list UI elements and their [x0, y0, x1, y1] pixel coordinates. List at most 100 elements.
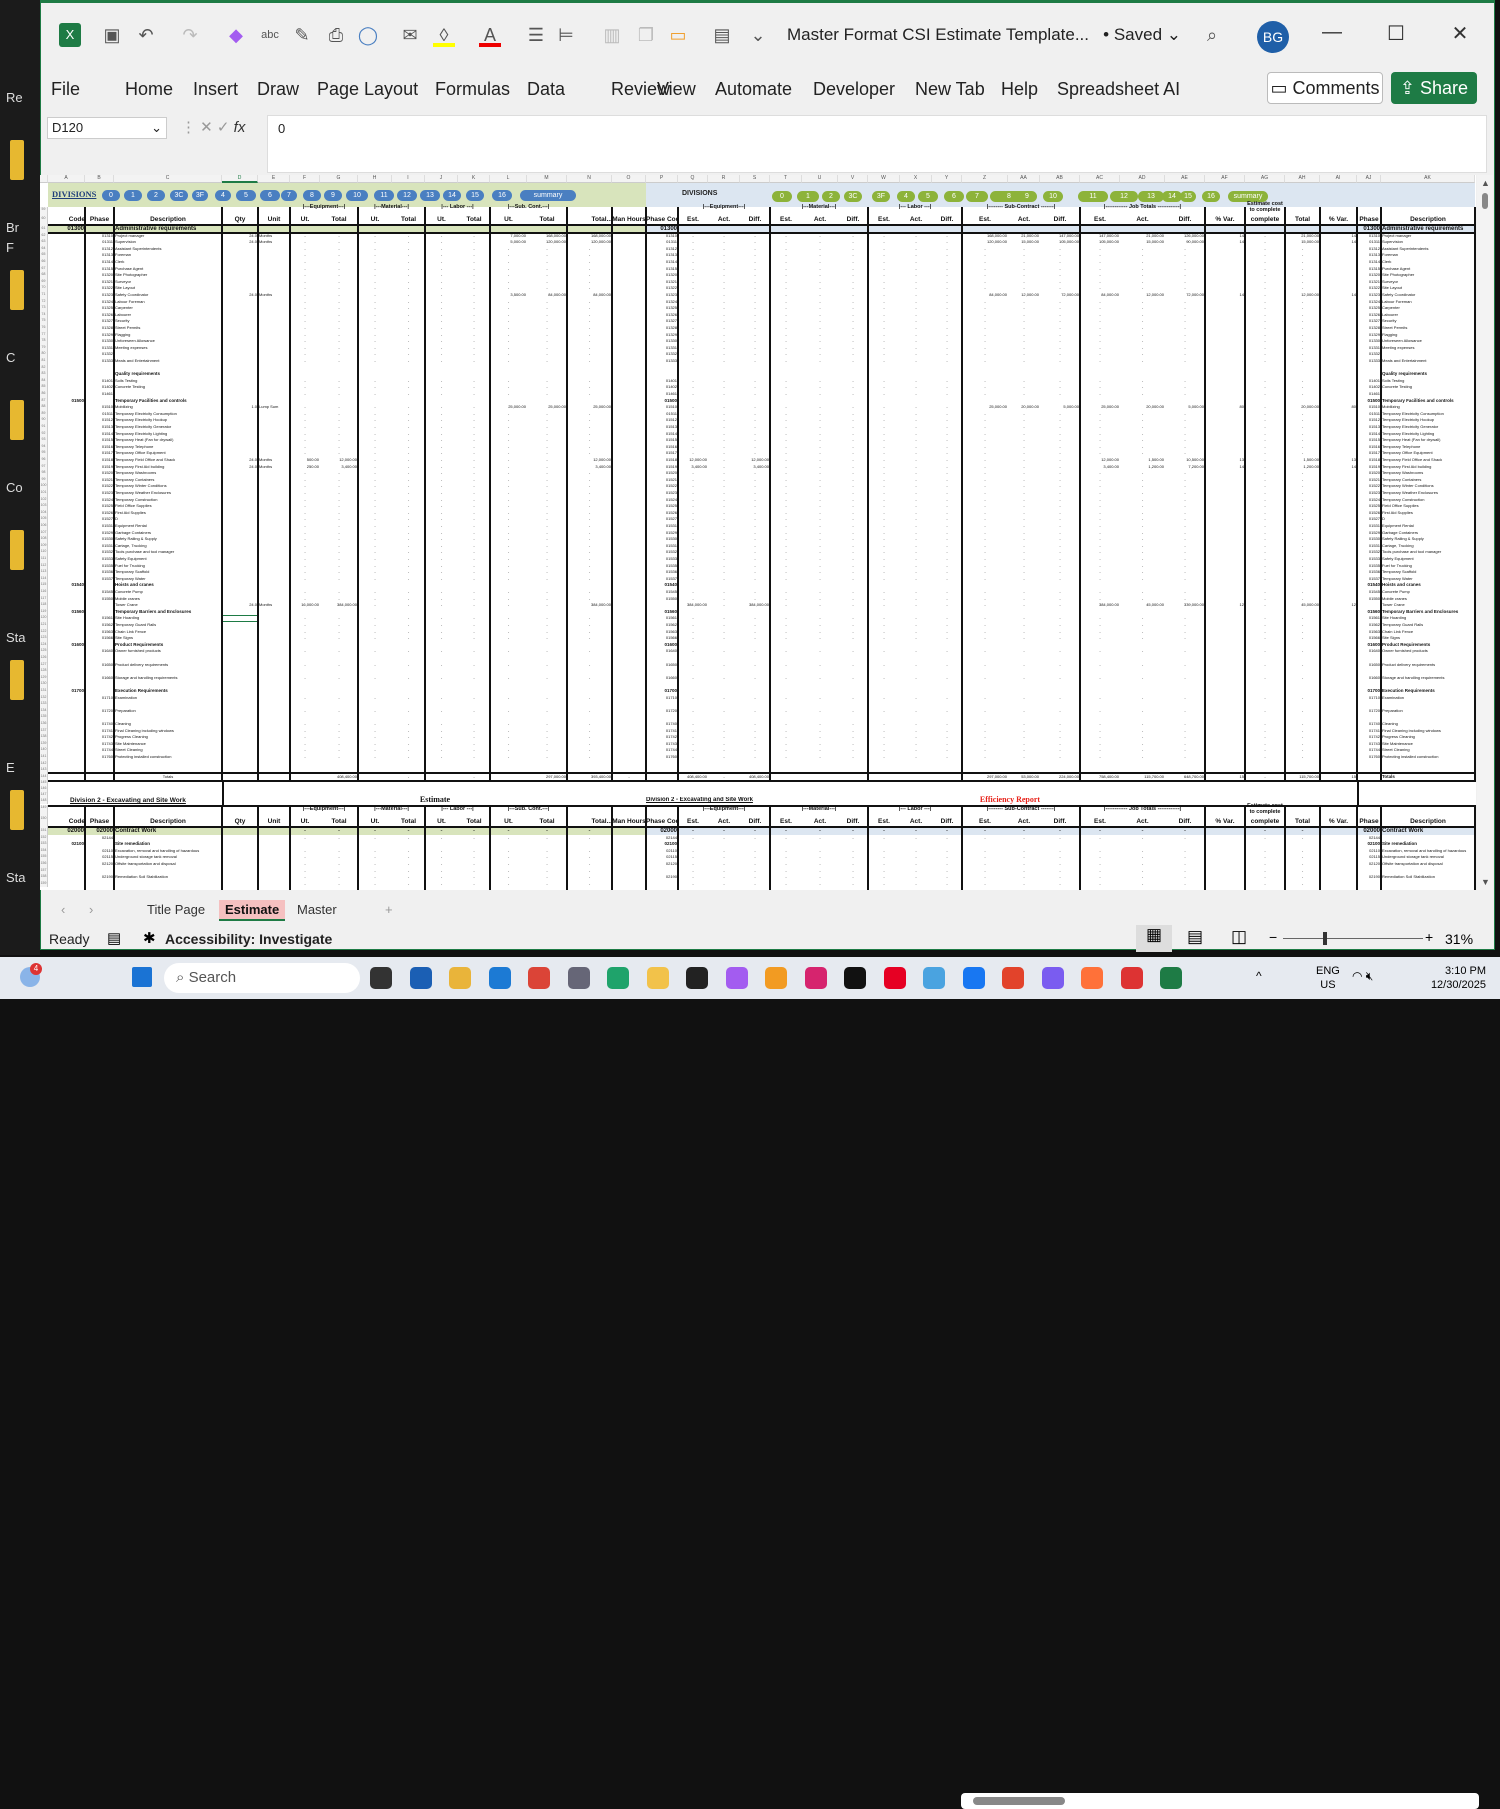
- cell-N68[interactable]: -: [567, 272, 612, 278]
- cell-AB105[interactable]: -: [1040, 516, 1080, 522]
- cell-S136[interactable]: -: [740, 721, 770, 727]
- cell-V66[interactable]: -: [838, 259, 868, 265]
- cell-C111[interactable]: Safety Equipment: [114, 556, 222, 562]
- cell-S97[interactable]: 3,400.00: [740, 464, 770, 470]
- division-button-right-12[interactable]: 12: [1110, 191, 1138, 202]
- cell-H[interactable]: -: [358, 874, 392, 880]
- cell-N97[interactable]: 3,400.00: [567, 464, 612, 470]
- division-button-3F[interactable]: 3F: [192, 190, 208, 201]
- cell-W88[interactable]: -: [868, 404, 900, 410]
- cell-AC[interactable]: -: [1080, 881, 1120, 887]
- cell-M[interactable]: -: [527, 854, 567, 860]
- cell-AJ106[interactable]: 01531: [1357, 523, 1381, 529]
- cell-M72[interactable]: -: [527, 299, 567, 305]
- cell-B[interactable]: 02110: [85, 848, 114, 854]
- cell-F118[interactable]: 16,000.00: [290, 602, 320, 608]
- cell-AE140[interactable]: -: [1165, 747, 1205, 753]
- cell-AA112[interactable]: -: [1008, 563, 1040, 569]
- cell-F139[interactable]: -: [290, 741, 320, 747]
- cell-U93[interactable]: -: [802, 437, 838, 443]
- cell-Y81[interactable]: -: [932, 358, 962, 364]
- cell-F97[interactable]: 250.00: [290, 464, 320, 470]
- cell-R[interactable]: -: [708, 828, 740, 835]
- cell-AH140[interactable]: -: [1285, 747, 1320, 753]
- cell-K101[interactable]: -: [458, 490, 490, 496]
- cell-F88[interactable]: -: [290, 404, 320, 410]
- cell-AB141[interactable]: -: [1040, 754, 1080, 760]
- cell-Y102[interactable]: -: [932, 497, 962, 503]
- cell-C73[interactable]: Carpenter: [114, 305, 222, 311]
- desktop-folder-icon[interactable]: [10, 530, 24, 570]
- cell-AE103[interactable]: -: [1165, 503, 1205, 509]
- cell-R[interactable]: -: [708, 835, 740, 841]
- cell-L123[interactable]: -: [490, 635, 527, 641]
- cell-H76[interactable]: -: [358, 325, 392, 331]
- cell-U84[interactable]: -: [802, 378, 838, 384]
- cell-N110[interactable]: -: [567, 549, 612, 555]
- cell-AB[interactable]: -: [1040, 854, 1080, 860]
- desktop-icon-label[interactable]: C: [6, 350, 15, 365]
- cell-G127[interactable]: -: [320, 662, 358, 668]
- cell-AE100[interactable]: -: [1165, 483, 1205, 489]
- cell-I103[interactable]: -: [392, 503, 425, 509]
- cell-AH85[interactable]: -: [1285, 384, 1320, 390]
- instagram-icon[interactable]: [804, 967, 827, 989]
- cell-U99[interactable]: -: [802, 477, 838, 483]
- cell-AK125[interactable]: Owner furnished products: [1381, 648, 1475, 654]
- cell-B90[interactable]: 01512: [85, 417, 114, 423]
- cell-M141[interactable]: -: [527, 754, 567, 760]
- cell-AB121[interactable]: -: [1040, 622, 1080, 628]
- cell-V76[interactable]: -: [838, 325, 868, 331]
- print-preview-icon[interactable]: ⎙: [325, 23, 347, 47]
- cell-AB77[interactable]: -: [1040, 332, 1080, 338]
- cell-AJ140[interactable]: 01744: [1357, 747, 1381, 753]
- cell-AC121[interactable]: -: [1080, 622, 1120, 628]
- cell-U92[interactable]: -: [802, 431, 838, 437]
- cell-S[interactable]: -: [740, 835, 770, 841]
- cell-AH102[interactable]: -: [1285, 497, 1320, 503]
- cell-AK88[interactable]: Mobilizing: [1381, 404, 1475, 410]
- tab-data[interactable]: Data: [527, 79, 565, 100]
- cell-C103[interactable]: Field Office Supplies: [114, 503, 222, 509]
- cell-AE95[interactable]: -: [1165, 450, 1205, 456]
- division-button-right-1[interactable]: 1: [797, 191, 819, 202]
- cell-U72[interactable]: -: [802, 299, 838, 305]
- cell-AJ90[interactable]: 01512: [1357, 417, 1381, 423]
- cell-S[interactable]: -: [740, 861, 770, 867]
- cell-B100[interactable]: 01522: [85, 483, 114, 489]
- cell-N102[interactable]: -: [567, 497, 612, 503]
- cell-AK108[interactable]: Safety Railing & Supply: [1381, 536, 1475, 542]
- cell-U123[interactable]: -: [802, 635, 838, 641]
- cell-J88[interactable]: -: [425, 404, 458, 410]
- cell-R80[interactable]: -: [708, 351, 740, 357]
- cell-W94[interactable]: -: [868, 444, 900, 450]
- cell-Z97[interactable]: -: [962, 464, 1008, 470]
- cell-L92[interactable]: -: [490, 431, 527, 437]
- spelling-icon[interactable]: abc: [259, 23, 281, 47]
- cell-Z110[interactable]: -: [962, 549, 1008, 555]
- cell-U75[interactable]: -: [802, 318, 838, 324]
- tab-file[interactable]: File: [51, 79, 80, 100]
- cell-AC70[interactable]: -: [1080, 285, 1120, 291]
- cell-Y113[interactable]: -: [932, 569, 962, 575]
- cell-U91[interactable]: -: [802, 424, 838, 430]
- cell-AH141[interactable]: -: [1285, 754, 1320, 760]
- cell-L97[interactable]: -: [490, 464, 527, 470]
- cell-K108[interactable]: -: [458, 536, 490, 542]
- cell-S134[interactable]: -: [740, 708, 770, 714]
- cell-P111[interactable]: 01533: [646, 556, 678, 562]
- cell-X[interactable]: -: [900, 861, 932, 867]
- cell-C120[interactable]: Site Hoarding: [114, 615, 222, 621]
- cell-AJ80[interactable]: 01332: [1357, 351, 1381, 357]
- cell-AA113[interactable]: -: [1008, 569, 1040, 575]
- cell-P122[interactable]: 01563: [646, 629, 678, 635]
- cell-Q[interactable]: -: [678, 854, 708, 860]
- row-header[interactable]: 98: [40, 470, 48, 477]
- cell-AF88[interactable]: 80: [1205, 404, 1245, 410]
- cell-P[interactable]: 02190: [646, 874, 678, 880]
- cell-J125[interactable]: -: [425, 648, 458, 654]
- cell-AH64[interactable]: -: [1285, 246, 1320, 252]
- cell-AC[interactable]: -: [1080, 854, 1120, 860]
- cell-F90[interactable]: -: [290, 417, 320, 423]
- cell-Y99[interactable]: -: [932, 477, 962, 483]
